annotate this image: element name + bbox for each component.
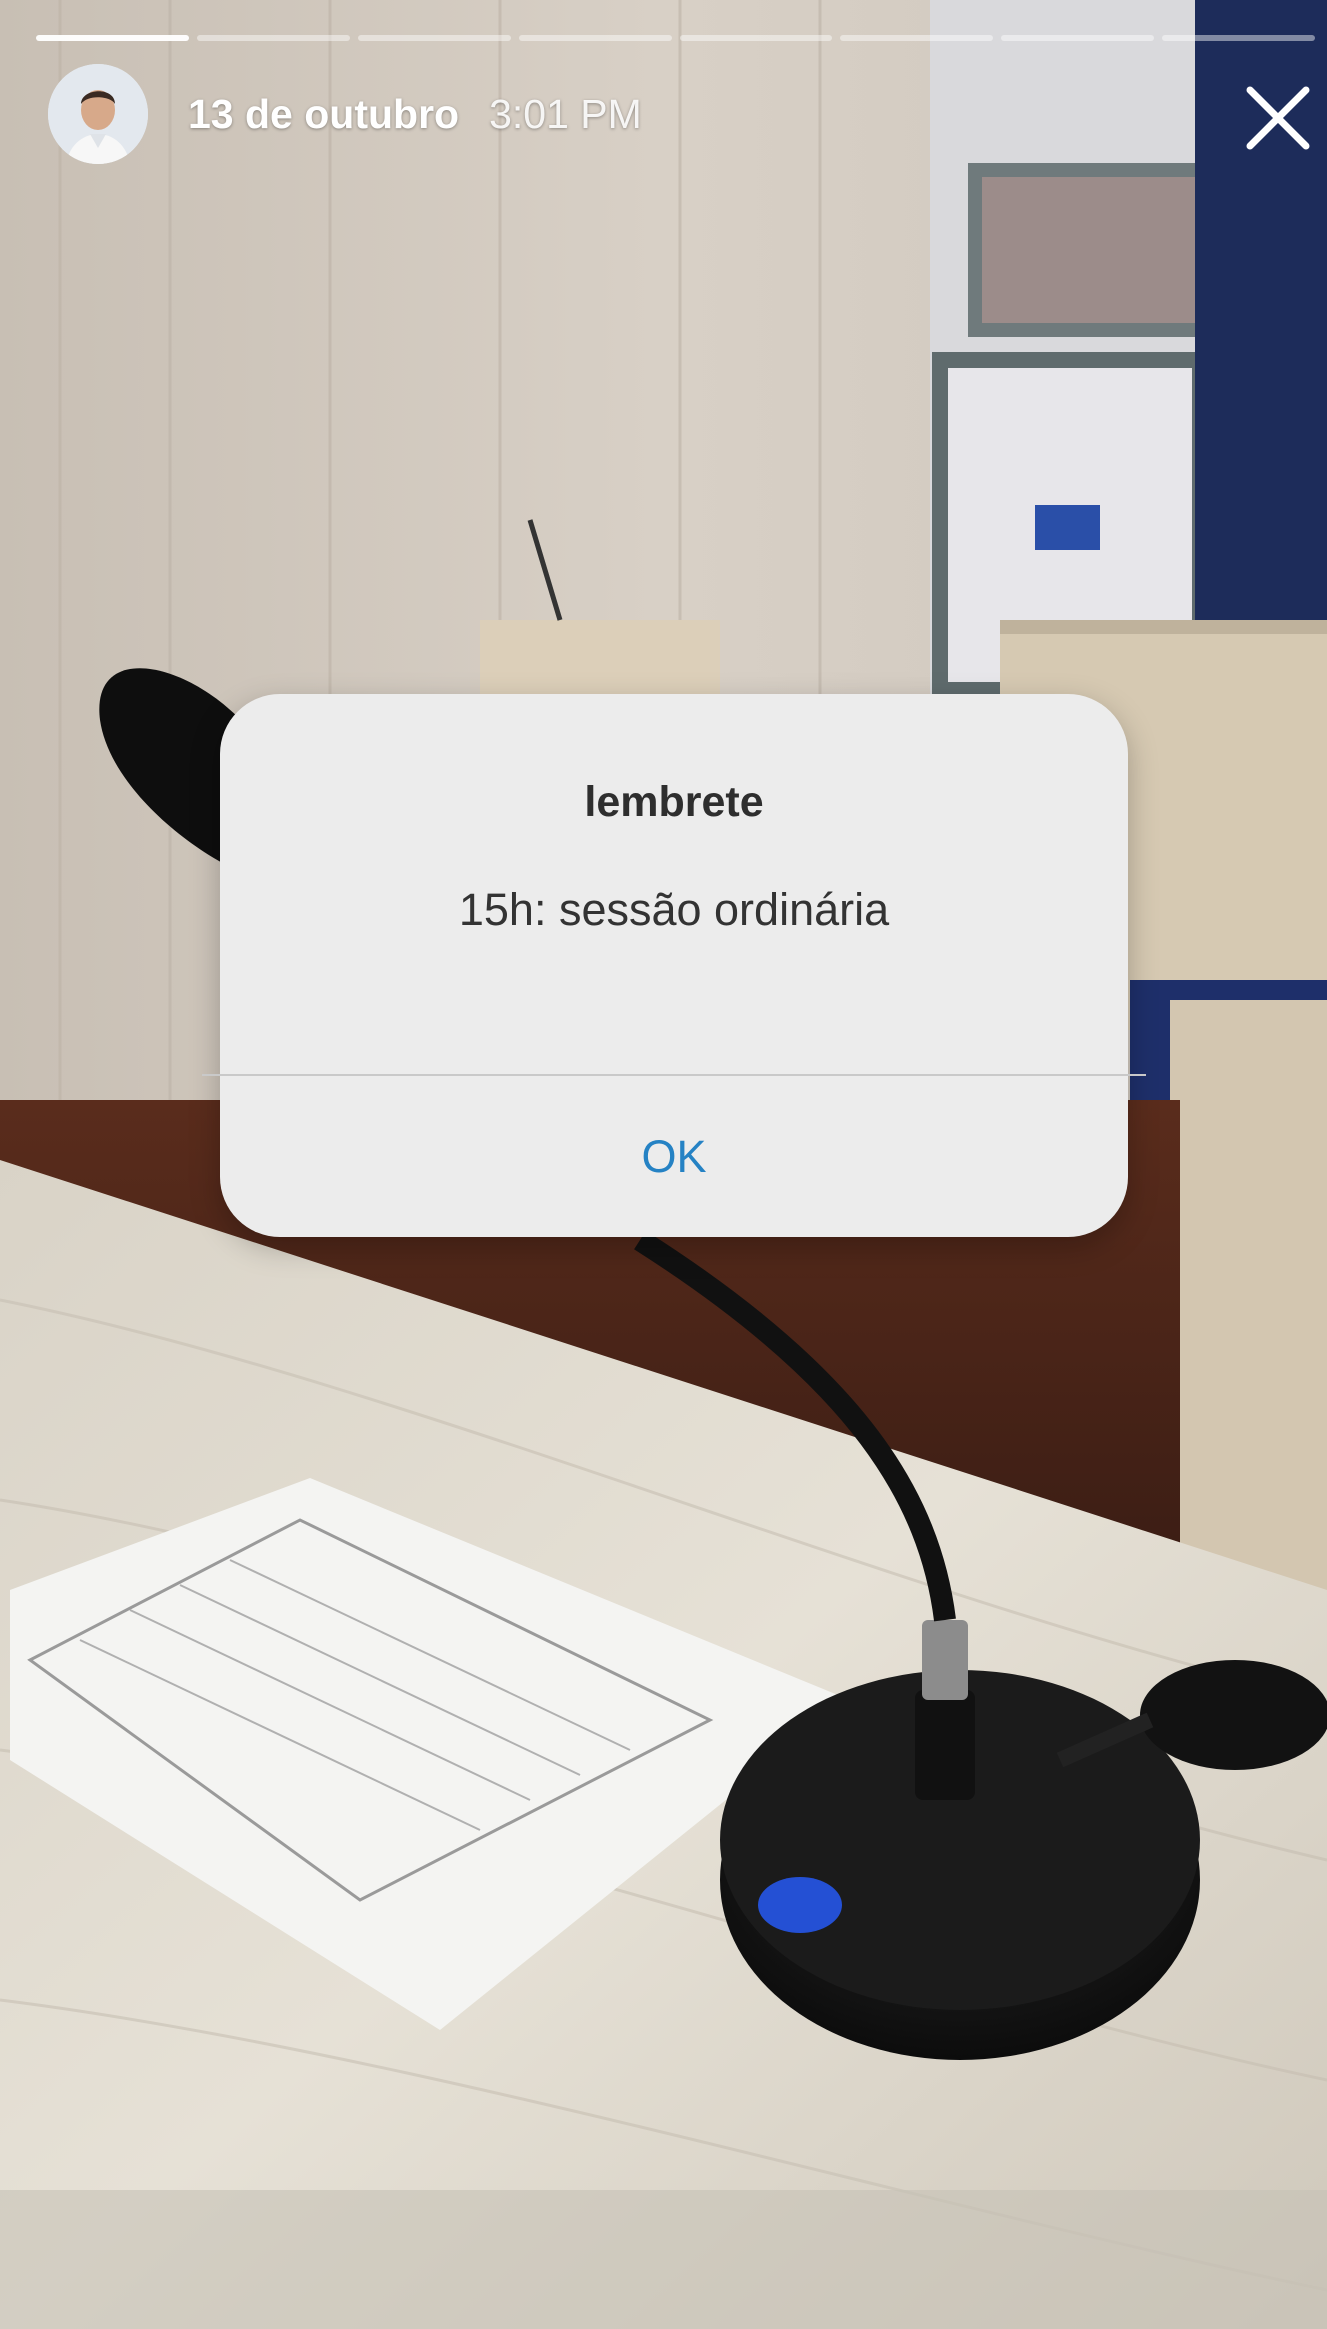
avatar-photo	[48, 64, 148, 164]
ok-button[interactable]: OK	[220, 1076, 1128, 1237]
progress-segment	[840, 35, 994, 41]
avatar[interactable]	[48, 64, 148, 164]
progress-segment	[357, 35, 511, 41]
progress-segment	[1162, 35, 1315, 41]
close-button[interactable]	[1244, 84, 1312, 152]
progress-segment	[679, 35, 833, 41]
progress-segment	[36, 35, 189, 41]
story-time: 3:01 PM	[489, 90, 642, 137]
story-date: 13 de outubro	[188, 90, 460, 137]
progress-segment	[518, 35, 672, 41]
story-progress-bar	[36, 35, 1315, 41]
dialog-title: lembrete	[584, 778, 764, 826]
dialog-message: 15h: sessão ordinária	[458, 884, 890, 935]
progress-segment	[1001, 35, 1155, 41]
progress-segment	[196, 35, 350, 41]
close-icon	[1246, 86, 1310, 150]
story-header: 13 de outubro 3:01 PM	[48, 64, 642, 164]
reminder-dialog: lembrete 15h: sessão ordinária OK	[202, 694, 1146, 1237]
